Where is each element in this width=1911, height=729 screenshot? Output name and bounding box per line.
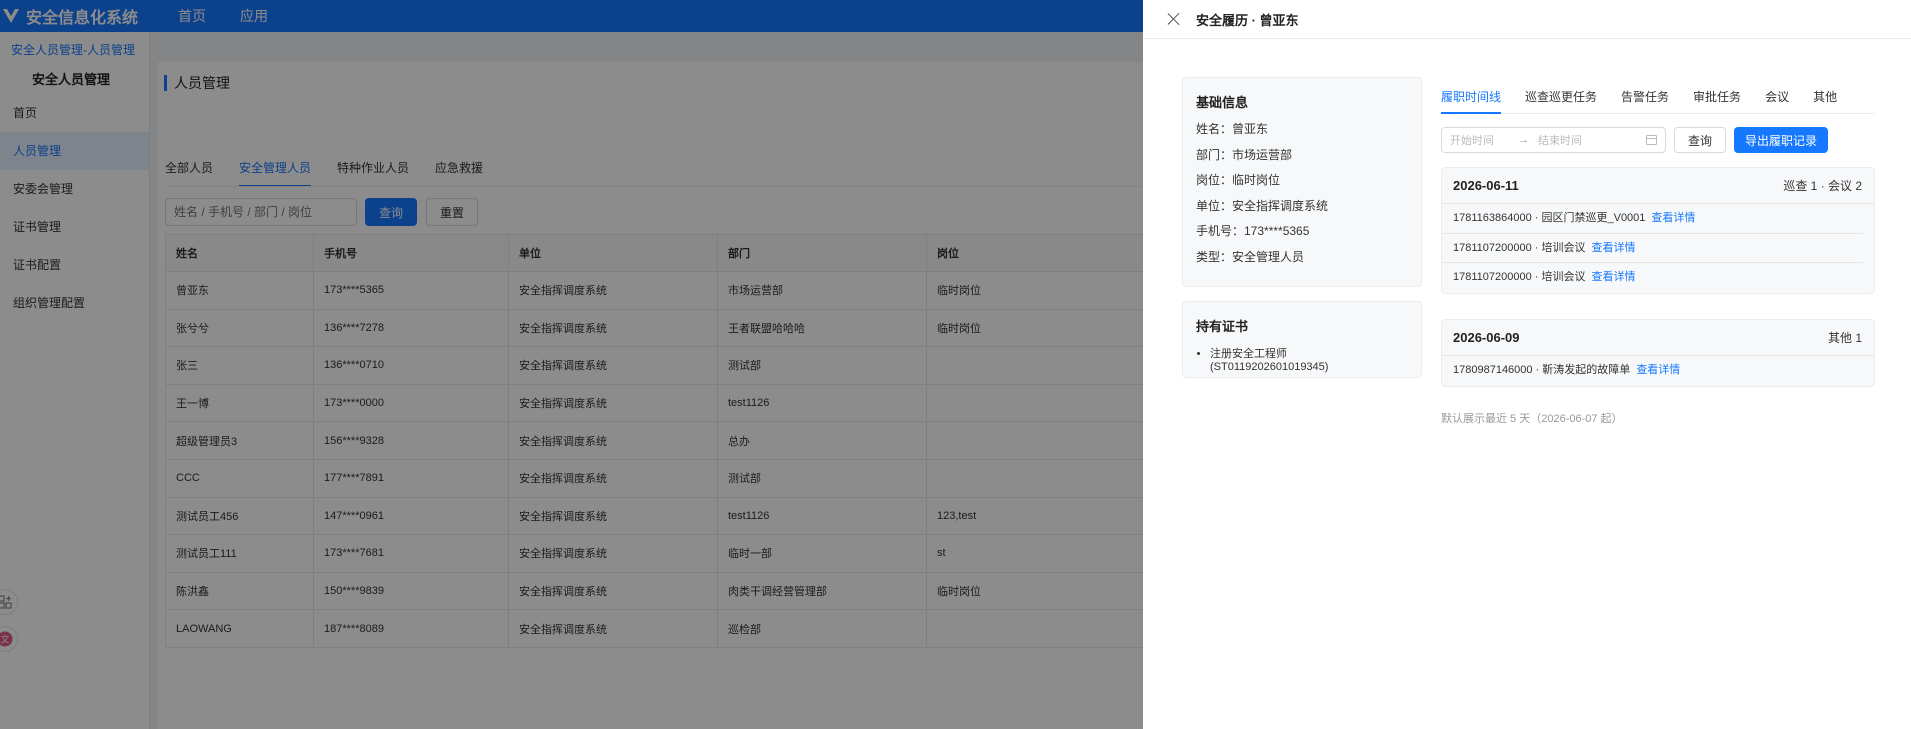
view-detail-link[interactable]: 查看详情	[1592, 271, 1636, 283]
timeline-item: 1781107200000 · 培训会议 查看详情	[1442, 234, 1863, 263]
timeline-footnote: 默认展示最近 5 天（2026-06-07 起）	[1441, 413, 1623, 425]
timeline-item-text: 1781107200000 · 培训会议	[1453, 271, 1586, 283]
info-phone: 手机号：173****5365	[1196, 224, 1310, 239]
info-name: 姓名：曾亚东	[1196, 122, 1269, 136]
basic-info-title: 基础信息	[1196, 95, 1249, 110]
certificate-item: 注册安全工程师 (ST0119202601019345)	[1210, 345, 1408, 373]
timeline-item-text: 1781163864000 · 园区门禁巡更_V0001	[1453, 212, 1646, 224]
tab-patrol-tasks[interactable]: 巡查巡更任务	[1525, 88, 1597, 114]
start-date-input[interactable]: 开始时间	[1450, 132, 1494, 148]
day-card: 2026-06-09 其他 1 1780987146000 · 靳涛发起的故障单…	[1441, 319, 1875, 387]
tab-approval-tasks[interactable]: 审批任务	[1693, 88, 1741, 114]
tab-other[interactable]: 其他	[1813, 88, 1837, 114]
day-card: 2026-06-11 巡查 1 · 会议 2 1781163864000 · 园…	[1441, 167, 1875, 294]
tab-timeline[interactable]: 履职时间线	[1441, 88, 1502, 114]
drawer-header: 安全履历 · 曾亚东	[1143, 0, 1911, 39]
info-position: 岗位：临时岗位	[1196, 173, 1281, 188]
day-summary: 巡查 1 · 会议 2	[1783, 179, 1862, 193]
tab-meetings[interactable]: 会议	[1765, 88, 1789, 114]
day-summary: 其他 1	[1827, 331, 1862, 345]
tab-alarm-tasks[interactable]: 告警任务	[1621, 88, 1669, 114]
info-unit: 单位：安全指挥调度系统	[1196, 198, 1329, 213]
day-header: 2026-06-11 巡查 1 · 会议 2	[1442, 168, 1874, 204]
end-date-input[interactable]: 结束时间	[1538, 132, 1582, 148]
timeline-item: 1781107200000 · 培训会议 查看详情	[1442, 263, 1863, 293]
certificates-title: 持有证书	[1196, 319, 1249, 334]
day-header: 2026-06-09 其他 1	[1442, 320, 1874, 356]
range-arrow-icon: →	[1518, 134, 1529, 146]
basic-info-card: 基础信息 姓名：曾亚东 部门：市场运营部 岗位：临时岗位 单位：安全指挥调度系统…	[1182, 77, 1422, 287]
drawer-title: 安全履历 · 曾亚东	[1196, 12, 1299, 28]
timeline-item-text: 1781107200000 · 培训会议	[1453, 241, 1586, 254]
view-detail-link[interactable]: 查看详情	[1592, 242, 1636, 254]
drawer-query-button[interactable]: 查询	[1674, 127, 1726, 153]
certificate-list: 注册安全工程师 (ST0119202601019345)	[1210, 345, 1408, 373]
day-date: 2026-06-11	[1453, 178, 1519, 193]
export-button[interactable]: 导出履职记录	[1734, 127, 1828, 153]
info-type: 类型：安全管理人员	[1196, 249, 1305, 264]
certificates-card: 持有证书 注册安全工程师 (ST0119202601019345)	[1182, 301, 1422, 378]
day-date: 2026-06-09	[1453, 330, 1520, 345]
timeline-item: 1780987146000 · 靳涛发起的故障单 查看详情	[1442, 356, 1863, 386]
record-tabs: 履职时间线 巡查巡更任务 告警任务 审批任务 会议 其他	[1441, 88, 1875, 114]
calendar-icon[interactable]	[1646, 135, 1657, 145]
record-drawer: 安全履历 · 曾亚东 基础信息 姓名：曾亚东 部门：市场运营部 岗位：临时岗位 …	[1143, 0, 1911, 729]
timeline-item-text: 1780987146000 · 靳涛发起的故障单	[1453, 364, 1631, 376]
view-detail-link[interactable]: 查看详情	[1651, 212, 1695, 224]
timeline-item: 1781163864000 · 园区门禁巡更_V0001 查看详情	[1442, 204, 1863, 234]
info-department: 部门：市场运营部	[1196, 147, 1293, 162]
close-icon[interactable]	[1167, 12, 1181, 26]
view-detail-link[interactable]: 查看详情	[1636, 364, 1680, 376]
date-range-picker[interactable]: 开始时间 → 结束时间	[1441, 127, 1666, 153]
